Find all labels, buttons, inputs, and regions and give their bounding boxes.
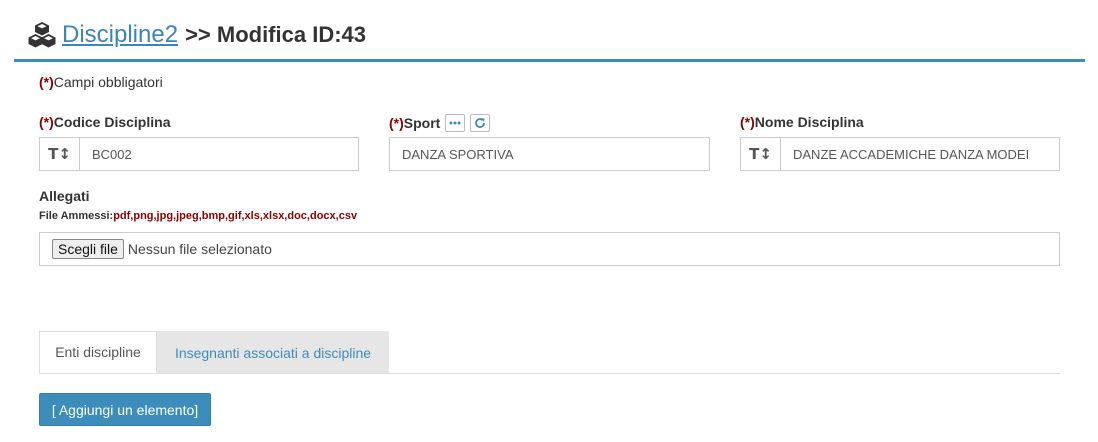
codice-label: (*) Codice Disciplina xyxy=(39,114,170,130)
tab-insegnanti-associati[interactable]: Insegnanti associati a discipline xyxy=(157,331,389,373)
ellipsis-icon xyxy=(449,121,461,125)
page-title: >> Modifica ID:43 xyxy=(185,22,367,47)
breadcrumb-link[interactable]: Discipline2 xyxy=(62,21,178,49)
choose-file-button[interactable]: Scegli file xyxy=(52,239,124,259)
sport-field[interactable]: DANZA SPORTIVA xyxy=(389,137,710,171)
codice-label-text: Codice Disciplina xyxy=(53,114,171,130)
allowed-ext-list: pdf,png,jpg,jpeg,bmp,gif,xls,xlsx,doc,do… xyxy=(113,210,358,222)
required-marker: (*) xyxy=(389,115,404,131)
codice-value[interactable]: BC002 xyxy=(80,147,132,162)
sport-label: (*) Sport xyxy=(389,114,491,132)
allowed-extensions: File Ammessi:pdf,png,jpg,jpeg,bmp,gif,xl… xyxy=(39,210,357,222)
required-marker: (*) xyxy=(39,74,54,90)
tab-bar: Enti discipline Insegnanti associati a d… xyxy=(39,331,1060,374)
codice-field[interactable]: T↕ BC002 xyxy=(39,137,359,171)
text-height-icon: T↕ xyxy=(40,138,80,170)
required-marker: (*) xyxy=(740,114,755,130)
nome-label: (*) Nome Disciplina xyxy=(740,114,864,130)
required-note-text: Campi obbligatori xyxy=(53,74,163,90)
sport-value[interactable]: DANZA SPORTIVA xyxy=(390,147,514,162)
allowed-prefix: File Ammessi: xyxy=(39,210,114,222)
nome-value[interactable]: DANZE ACCADEMICHE DANZA MODEI xyxy=(781,147,1059,162)
header-divider xyxy=(14,59,1085,62)
sport-label-text: Sport xyxy=(403,115,441,131)
text-height-icon: T↕ xyxy=(741,138,781,170)
sport-refresh-button[interactable] xyxy=(470,114,491,132)
required-note: (*)Campi obbligatori xyxy=(39,74,163,90)
nome-field[interactable]: T↕ DANZE ACCADEMICHE DANZA MODEI xyxy=(740,137,1060,171)
tab-enti-discipline[interactable]: Enti discipline xyxy=(39,331,157,373)
nome-label-text: Nome Disciplina xyxy=(754,114,864,130)
add-element-button[interactable]: [ Aggiungi un elemento] xyxy=(39,393,211,426)
page-header: Discipline2 >> Modifica ID:43 xyxy=(28,18,366,52)
sport-lookup-button[interactable] xyxy=(445,114,466,132)
file-status: Nessun file selezionato xyxy=(127,241,272,257)
attachments-label: Allegati xyxy=(39,188,90,204)
required-marker: (*) xyxy=(39,114,54,130)
refresh-icon xyxy=(475,118,486,128)
file-input[interactable]: Scegli file Nessun file selezionato xyxy=(39,232,1060,266)
cubes-icon xyxy=(28,22,56,48)
